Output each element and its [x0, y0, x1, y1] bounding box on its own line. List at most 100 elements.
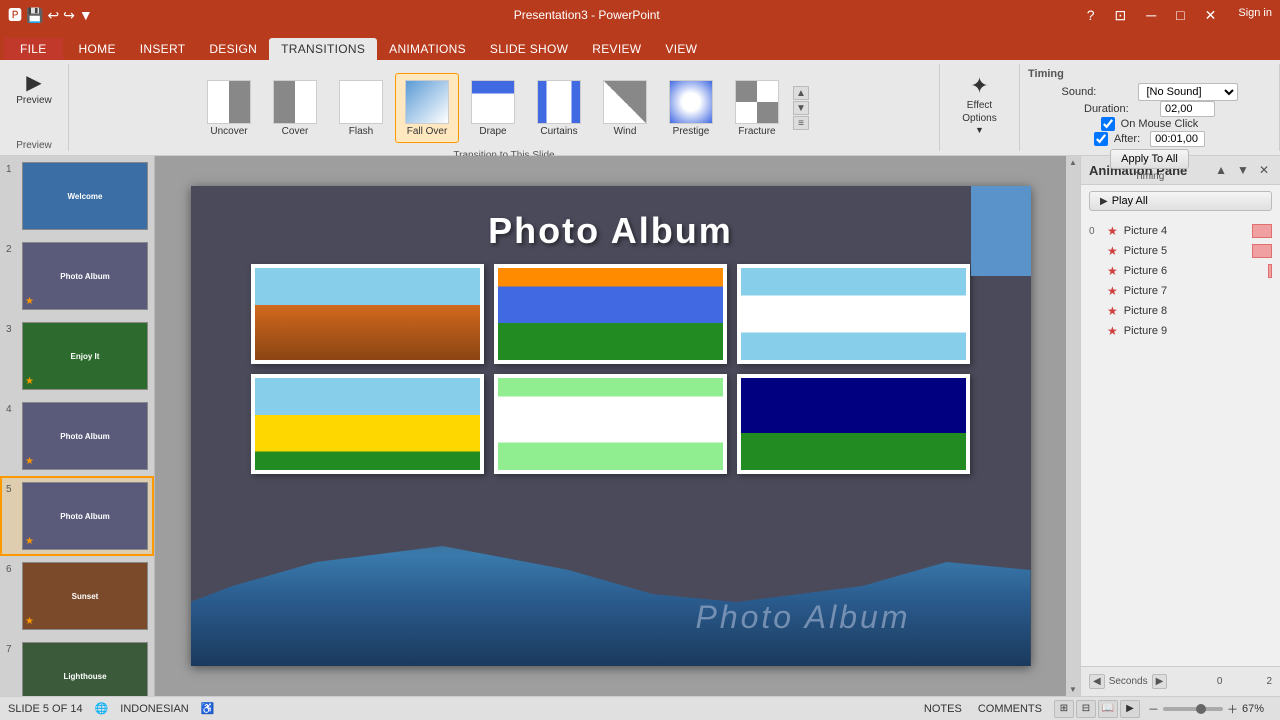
slide-thumb-1[interactable]: 1Welcome — [0, 156, 154, 236]
transition-wind[interactable]: Wind — [593, 73, 657, 143]
tab-slideshow[interactable]: SLIDE SHOW — [478, 38, 580, 60]
zoom-thumb[interactable] — [1196, 704, 1206, 714]
zoom-slider[interactable] — [1163, 707, 1223, 711]
after-checkbox[interactable] — [1094, 132, 1108, 146]
tab-animations[interactable]: ANIMATIONS — [377, 38, 478, 60]
scroll-up[interactable]: ▲ — [793, 86, 809, 100]
timeline-right[interactable]: ▶ — [1152, 674, 1168, 689]
photo-lighthouse-inner — [498, 268, 723, 360]
help-btn[interactable]: ? — [1081, 7, 1101, 24]
save-icon[interactable]: 💾 — [26, 7, 43, 24]
slide-thumb-5[interactable]: 5★Photo Album — [0, 476, 154, 556]
photo-penguins-inner — [741, 268, 966, 360]
slide-thumb-2[interactable]: 2★Photo Album — [0, 236, 154, 316]
after-input[interactable] — [1150, 131, 1205, 147]
transitions-group: UncoverCoverFlashFall OverDrape Curtains W… — [69, 64, 940, 151]
slide-preview-label-6: Sunset — [23, 563, 147, 629]
transition-curtains[interactable]: Curtains — [527, 73, 591, 143]
fall-over-wave — [191, 506, 1031, 666]
transition-flash[interactable]: Flash — [329, 73, 393, 143]
play-all-button[interactable]: ▶ Play All — [1089, 191, 1272, 211]
scroll-down-arrow[interactable]: ▼ — [1069, 685, 1077, 694]
slide-thumb-3[interactable]: 3★Enjoy It — [0, 316, 154, 396]
transitions-list-area: UncoverCoverFlashFall OverDrape Curtains W… — [197, 64, 811, 148]
timeline-controls: ◀ Seconds ▶ — [1089, 674, 1167, 689]
normal-view-btn[interactable]: ⊞ — [1054, 700, 1074, 718]
scroll-down[interactable]: ▼ — [793, 101, 809, 115]
transition-icon-cover — [273, 80, 317, 124]
sign-in-btn[interactable]: Sign in — [1238, 7, 1272, 24]
duration-input[interactable] — [1160, 101, 1215, 117]
scroll-more[interactable]: ≡ — [793, 116, 809, 130]
restore-btn[interactable]: ⊡ — [1109, 7, 1133, 24]
zoom-out[interactable]: － — [1148, 701, 1159, 717]
transition-drape[interactable]: Drape — [461, 73, 525, 143]
transition-label-curtains: Curtains — [540, 126, 577, 137]
transition-icon-wind — [603, 80, 647, 124]
zoom-in[interactable]: ＋ — [1227, 701, 1238, 717]
scroll-arrows: ▲ ▼ ≡ — [791, 86, 811, 130]
slide-thumb-7[interactable]: 7★Lighthouse — [0, 636, 154, 696]
anim-row-3[interactable]: ★Picture 7 — [1081, 281, 1280, 301]
slide-num-6: 6 — [6, 562, 18, 575]
transition-icon-fallover — [405, 80, 449, 124]
comments-button[interactable]: COMMENTS — [974, 702, 1046, 716]
anim-row-0[interactable]: 0★Picture 4 — [1081, 221, 1280, 241]
slide-preview-label-7: Lighthouse — [23, 643, 147, 696]
slideshow-view-btn[interactable]: ▶ — [1120, 700, 1140, 718]
tab-transitions[interactable]: TRANSITIONS — [269, 38, 377, 60]
tab-design[interactable]: DESIGN — [197, 38, 269, 60]
grid-view-btn[interactable]: ⊟ — [1076, 700, 1096, 718]
canvas-vertical-scrollbar[interactable]: ▲ ▼ — [1066, 156, 1080, 696]
blue-accent-rect — [971, 186, 1031, 276]
anim-star-3: ★ — [1107, 284, 1118, 298]
anim-star-2: ★ — [1107, 264, 1118, 278]
minimize-btn[interactable]: ─ — [1140, 7, 1162, 24]
window-controls: ? ⊡ ─ □ ✕ Sign in — [1081, 7, 1272, 24]
tab-insert[interactable]: INSERT — [128, 38, 198, 60]
sound-select[interactable]: [No Sound] — [1138, 83, 1238, 101]
anim-row-2[interactable]: ★ Picture 6 — [1081, 261, 1280, 281]
slide-preview-label-2: Photo Album — [23, 243, 147, 309]
tab-home[interactable]: HOME — [67, 38, 128, 60]
slide-thumb-6[interactable]: 6★Sunset — [0, 556, 154, 636]
customize-icon[interactable]: ▼ — [79, 7, 93, 23]
slide-thumb-4[interactable]: 4★Photo Album — [0, 396, 154, 476]
apply-to-all-button[interactable]: Apply To All — [1110, 149, 1189, 169]
undo-icon[interactable]: ↩ — [47, 7, 59, 24]
tab-file[interactable]: FILE — [4, 38, 63, 60]
effect-options-button[interactable]: ✦ EffectOptions ▼ — [957, 68, 1001, 140]
transition-fracture[interactable]: Fracture — [725, 73, 789, 143]
transition-icon-drape — [471, 80, 515, 124]
anim-row-1[interactable]: ★Picture 5 — [1081, 241, 1280, 261]
transition-uncover[interactable]: Uncover — [197, 73, 261, 143]
timeline-left[interactable]: ◀ — [1089, 674, 1105, 689]
transition-cover[interactable]: Cover — [263, 73, 327, 143]
tab-view[interactable]: VIEW — [653, 38, 709, 60]
anim-row-4[interactable]: ★Picture 8 — [1081, 301, 1280, 321]
zoom-controls: － ＋ 67% — [1148, 701, 1272, 717]
preview-button[interactable]: ▶ Preview — [6, 68, 62, 111]
redo-icon[interactable]: ↪ — [63, 7, 75, 24]
scroll-up-arrow[interactable]: ▲ — [1069, 158, 1077, 167]
main-area: 1Welcome2★Photo Album3★Enjoy It4★Photo A… — [0, 156, 1280, 696]
tab-review[interactable]: REVIEW — [580, 38, 653, 60]
anim-row-5[interactable]: ★Picture 9 — [1081, 321, 1280, 341]
notes-button[interactable]: NOTES — [920, 702, 966, 716]
mouse-click-checkbox[interactable] — [1101, 117, 1115, 131]
duration-row: Duration: — [1084, 101, 1215, 117]
slide-panel-container: 1Welcome2★Photo Album3★Enjoy It4★Photo A… — [0, 156, 155, 696]
effect-options-group: ✦ EffectOptions ▼ — [940, 64, 1020, 151]
anim-name-1: Picture 5 — [1124, 245, 1246, 257]
slide-preview-label-5: Photo Album — [23, 483, 147, 549]
maximize-btn[interactable]: □ — [1170, 7, 1190, 24]
anim-name-2: Picture 6 — [1124, 265, 1262, 277]
photo-penguins — [737, 264, 970, 364]
slide-preview-5: ★Photo Album — [22, 482, 148, 550]
anim-num-0: 0 — [1089, 226, 1101, 237]
slide-preview-label-3: Enjoy It — [23, 323, 147, 389]
close-btn[interactable]: ✕ — [1199, 7, 1223, 24]
transition-prestige[interactable]: Prestige — [659, 73, 723, 143]
transition-fallover[interactable]: Fall Over — [395, 73, 459, 143]
reading-view-btn[interactable]: 📖 — [1098, 700, 1118, 718]
